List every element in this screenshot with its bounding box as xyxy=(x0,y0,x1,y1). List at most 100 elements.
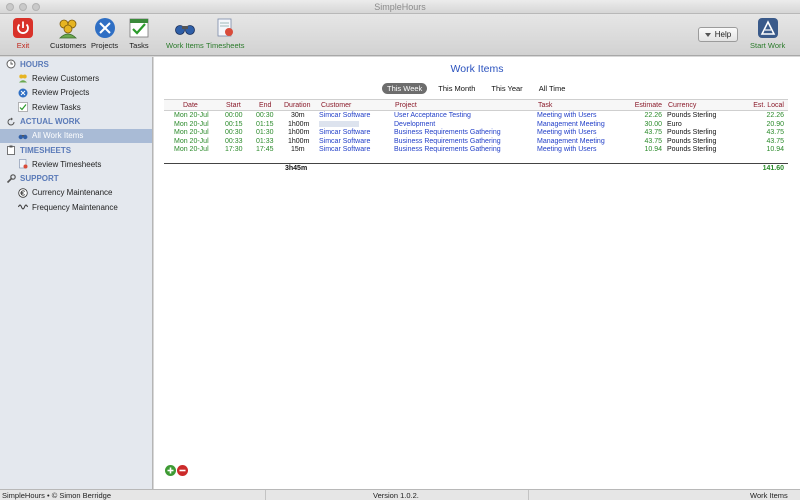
column-header-customer[interactable]: Customer xyxy=(321,100,351,111)
cell-start: 00:00 xyxy=(225,112,243,119)
cell-duration: 1h00m xyxy=(288,120,310,128)
customers-button[interactable]: Customers xyxy=(50,17,86,50)
cell-est-local: 10.94 xyxy=(766,146,784,154)
column-header-currency[interactable]: Currency xyxy=(668,100,696,111)
refresh-icon xyxy=(6,117,16,127)
column-header-task[interactable]: Task xyxy=(538,100,552,111)
work-items-table: Date Start End Duration Customer Project… xyxy=(164,99,788,155)
start-work-icon xyxy=(757,17,779,39)
exit-label: Exit xyxy=(16,41,30,50)
remove-button[interactable] xyxy=(177,465,188,476)
cell-task: Management Meeting xyxy=(537,120,605,128)
status-divider xyxy=(265,490,266,500)
cell-end: 01:30 xyxy=(256,129,274,137)
work-items-button[interactable]: Work Items xyxy=(166,17,204,50)
sidebar-header-actual-work[interactable]: ACTUAL WORK xyxy=(0,115,152,129)
cell-end: 01:33 xyxy=(256,137,274,145)
sidebar-header-timesheets[interactable]: TIMESHEETS xyxy=(0,143,152,157)
cell-estimate: 10.94 xyxy=(644,146,662,154)
cell-start: 00:30 xyxy=(225,129,243,137)
tools-icon xyxy=(94,17,116,39)
sidebar-item-label: Review Projects xyxy=(32,88,90,98)
table-row[interactable]: Mon 20-Jul 00:00 00:30 30m Simcar Softwa… xyxy=(164,112,788,121)
status-divider xyxy=(528,490,529,500)
redacted-customer-cell xyxy=(319,120,359,130)
sidebar-item-review-timesheets[interactable]: Review Timesheets xyxy=(0,157,152,172)
exit-button[interactable]: Exit xyxy=(12,17,34,50)
period-segmented-control: This Week This Month This Year All Time xyxy=(382,83,570,94)
cell-end: 17:45 xyxy=(256,146,274,154)
cell-end: 00:30 xyxy=(256,112,274,119)
column-header-date[interactable]: Date xyxy=(183,100,198,111)
sidebar-item-review-tasks[interactable]: Review Tasks xyxy=(0,100,152,115)
tab-this-week[interactable]: This Week xyxy=(382,83,428,94)
timesheets-label: Timesheets xyxy=(206,41,245,50)
table-row[interactable]: Mon 20-Jul 17:30 17:45 15m Simcar Softwa… xyxy=(164,146,788,155)
sidebar-item-review-customers[interactable]: Review Customers xyxy=(0,71,152,86)
sidebar-header-actual-work-label: ACTUAL WORK xyxy=(20,117,81,126)
column-header-estimate[interactable]: Estimate xyxy=(635,100,662,111)
column-header-project[interactable]: Project xyxy=(395,100,417,111)
page-title: Work Items xyxy=(450,63,504,75)
sidebar-item-label: Review Customers xyxy=(32,73,100,83)
add-button[interactable] xyxy=(165,465,176,476)
timesheet-icon xyxy=(214,17,236,39)
sidebar-item-currency-maintenance[interactable]: Currency Maintenance xyxy=(0,186,152,201)
tasks-label: Tasks xyxy=(129,41,149,50)
sidebar-header-support-label: SUPPORT xyxy=(20,174,59,183)
people-icon xyxy=(57,17,79,39)
cell-start: 00:33 xyxy=(225,137,243,145)
tab-this-month[interactable]: This Month xyxy=(433,83,480,94)
clock-icon xyxy=(6,59,16,69)
wave-icon xyxy=(18,202,28,212)
cell-project: Business Requirements Gathering xyxy=(394,137,501,145)
cell-currency: Pounds Sterling xyxy=(667,137,717,145)
cell-est-local: 22.26 xyxy=(766,112,784,119)
projects-label: Projects xyxy=(91,41,119,50)
total-est-local: 141.60 xyxy=(762,165,784,172)
table-row[interactable]: Mon 20-Jul 00:15 01:15 1h00m Development… xyxy=(164,121,788,130)
column-header-duration[interactable]: Duration xyxy=(284,100,310,111)
tab-this-year[interactable]: This Year xyxy=(486,83,527,94)
tab-all-time[interactable]: All Time xyxy=(534,83,571,94)
help-button[interactable]: Help xyxy=(698,27,738,42)
table-row[interactable]: Mon 20-Jul 00:33 01:33 1h00m Simcar Soft… xyxy=(164,138,788,147)
toolbar: Exit Customers Projects Tasks Work Items… xyxy=(0,14,800,56)
column-header-end[interactable]: End xyxy=(259,100,271,111)
cell-task: Management Meeting xyxy=(537,137,605,145)
cell-est-local: 43.75 xyxy=(766,137,784,145)
currency-icon xyxy=(18,188,28,198)
table-body: Mon 20-Jul 00:00 00:30 30m Simcar Softwa… xyxy=(164,111,788,155)
table-header: Date Start End Duration Customer Project… xyxy=(164,99,788,111)
cell-project: Business Requirements Gathering xyxy=(394,146,501,154)
start-work-button[interactable]: Start Work xyxy=(750,17,785,50)
cell-project: Development xyxy=(394,120,436,128)
cell-estimate: 43.75 xyxy=(644,129,662,137)
tools-icon xyxy=(18,88,28,98)
sidebar-header-support[interactable]: SUPPORT xyxy=(0,172,152,186)
sidebar-item-all-work-items[interactable]: All Work Items xyxy=(0,128,152,143)
cell-duration: 1h00m xyxy=(288,137,310,145)
cell-date: Mon 20-Jul xyxy=(174,129,209,137)
cell-start: 17:30 xyxy=(225,146,243,154)
sidebar-item-frequency-maintenance[interactable]: Frequency Maintenance xyxy=(0,200,152,215)
table-row[interactable]: Mon 20-Jul 00:30 01:30 1h00m Simcar Soft… xyxy=(164,129,788,138)
column-header-est-local[interactable]: Est. Local xyxy=(753,100,784,111)
cell-duration: 1h00m xyxy=(288,129,310,137)
cell-customer: Simcar Software xyxy=(319,146,371,154)
sidebar-item-review-projects[interactable]: Review Projects xyxy=(0,86,152,101)
sidebar-item-label: Review Timesheets xyxy=(32,159,102,169)
sidebar-header-hours[interactable]: HOURS xyxy=(0,57,152,71)
cell-date: Mon 20-Jul xyxy=(174,112,209,119)
projects-button[interactable]: Projects xyxy=(91,17,118,50)
column-header-start[interactable]: Start xyxy=(226,100,241,111)
timesheets-button[interactable]: Timesheets xyxy=(206,17,245,50)
cell-task: Meeting with Users xyxy=(537,112,597,119)
main-panel: Work Items This Week This Month This Yea… xyxy=(154,57,800,489)
status-left: SimpleHours • © Simon Berridge xyxy=(2,491,112,500)
help-label: Help xyxy=(714,30,732,39)
cell-currency: Euro xyxy=(667,120,682,128)
tasks-button[interactable]: Tasks xyxy=(128,17,150,50)
sidebar-header-timesheets-label: TIMESHEETS xyxy=(20,145,72,155)
cell-date: Mon 20-Jul xyxy=(174,137,209,145)
